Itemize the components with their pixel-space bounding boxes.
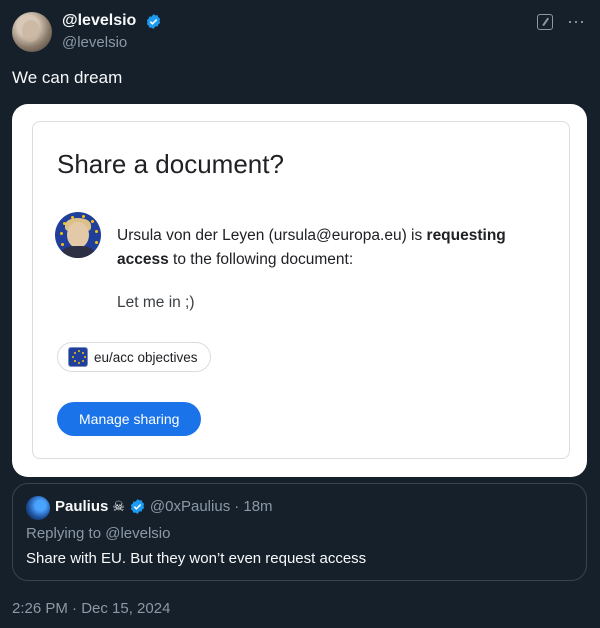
requester-tail-text: to the following document:: [168, 251, 354, 268]
manage-sharing-button: Manage sharing: [57, 402, 202, 436]
tweet-actions: ⋯: [537, 13, 586, 31]
tweet-media-image[interactable]: Share a document? Ursula von der Leyen (…: [12, 104, 587, 477]
requester-text: Ursula von der Leyen (ursula@europa.eu) …: [117, 227, 427, 244]
quoted-reply[interactable]: Paulius ☠ @0xPaulius · 18m Replying to @…: [12, 483, 587, 581]
quote-verified-badge-icon: [130, 499, 145, 514]
replying-to: Replying to @levelsio: [26, 525, 171, 542]
tweet-text: We can dream: [12, 68, 123, 87]
quote-text: Share with EU. But they won’t even reque…: [26, 550, 367, 567]
verified-badge-icon: [146, 13, 160, 29]
skull-crossbones-icon: ☠: [112, 498, 125, 514]
tweet-header: @levelsio @levelsio ⋯: [12, 12, 588, 56]
author-display-name[interactable]: @levelsio: [62, 12, 136, 30]
quote-display-name[interactable]: Paulius: [55, 498, 108, 515]
eu-flag-icon: [68, 347, 88, 367]
email-title: Share a document?: [57, 149, 284, 179]
grok-icon[interactable]: [537, 14, 553, 30]
more-icon[interactable]: ⋯: [567, 13, 586, 31]
requester-avatar: [55, 212, 101, 258]
request-message: Let me in ;): [117, 294, 195, 311]
document-chip: eu/acc objectives: [57, 342, 211, 372]
author-name-block: @levelsio @levelsio: [62, 12, 162, 51]
author-avatar[interactable]: [12, 12, 52, 52]
quote-author-avatar[interactable]: [26, 496, 50, 520]
quote-author-line: Paulius ☠ @0xPaulius · 18m: [55, 498, 273, 515]
tweet-timestamp[interactable]: 2:26 PM · Dec 15, 2024: [12, 600, 170, 617]
author-handle[interactable]: @levelsio: [62, 34, 162, 51]
document-chip-label: eu/acc objectives: [94, 349, 198, 365]
quote-age[interactable]: · 18m: [234, 498, 272, 515]
quote-handle[interactable]: @0xPaulius: [150, 498, 230, 515]
requester-description: Ursula von der Leyen (ursula@europa.eu) …: [117, 224, 537, 272]
share-request-email: Share a document? Ursula von der Leyen (…: [32, 121, 570, 459]
